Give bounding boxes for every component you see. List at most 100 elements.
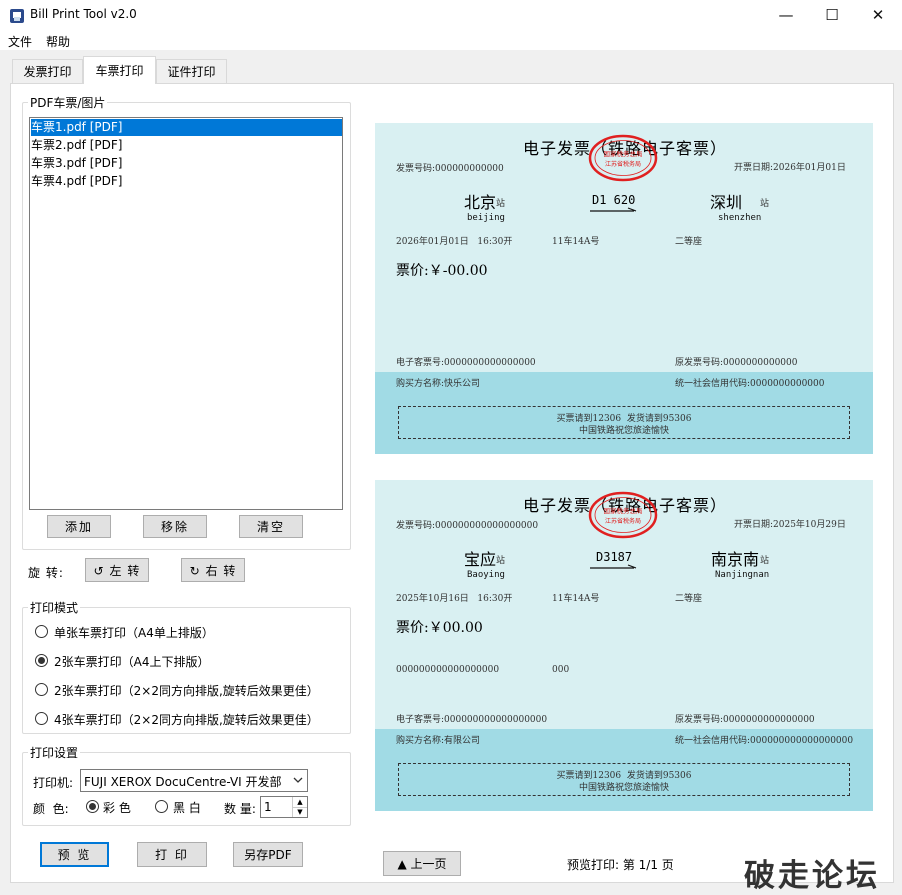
tax-stamp-icon: 国家税务总局 江苏省税务局 (588, 134, 658, 182)
color-label: 颜 色: (33, 802, 69, 816)
save-pdf-button[interactable]: 另存PDF (233, 842, 303, 867)
departure-time: 2025年10月16日 16:30开 (396, 594, 513, 604)
invoice-date: 开票日期:2026年01月01日 (734, 163, 846, 173)
invoice-number: 发票号码:000000000000000000 (396, 521, 539, 531)
print-mode-title: 打印模式 (28, 599, 81, 616)
mode-radio-3[interactable] (35, 683, 48, 696)
id-code: 000 (552, 665, 570, 675)
menu-file[interactable]: 文件 (8, 33, 32, 50)
mode-radio-1[interactable] (35, 625, 48, 638)
add-button[interactable]: 添加 (47, 515, 111, 538)
bw-option-label[interactable]: 黑 白 (173, 799, 201, 816)
seat-class: 二等座 (675, 237, 703, 247)
preview-button[interactable]: 预 览 (40, 842, 109, 867)
to-station-suffix: 站 (760, 556, 770, 566)
arrow-icon (590, 207, 637, 212)
prev-page-button[interactable]: ▲ 上一页 (383, 851, 461, 876)
from-city: 宝应 (464, 550, 497, 569)
color-radio[interactable] (86, 800, 99, 813)
from-station-suffix: 站 (496, 199, 506, 209)
to-station-suffix: 站 (760, 199, 770, 209)
credit-code: 统一社会信用代码:0000000000000 (675, 379, 825, 389)
from-city: 北京 (464, 193, 497, 212)
rotate-left-button[interactable]: ↺ 左 转 (85, 558, 149, 582)
close-button[interactable]: ✕ (855, 0, 901, 30)
tab-certificate-print[interactable]: 证件打印 (156, 59, 227, 83)
eticket-number: 电子客票号:000000000000000000 (396, 715, 548, 725)
mode-radio-4[interactable] (35, 712, 48, 725)
quantity-label: 数 量: (224, 802, 256, 816)
quantity-stepper[interactable]: 1 ▲ ▼ (260, 796, 308, 818)
ticket-price: 票价:￥00.00 (396, 620, 483, 636)
from-station-suffix: 站 (496, 556, 506, 566)
rotate-right-button[interactable]: ↻ 右 转 (181, 558, 245, 582)
from-pinyin: Baoying (467, 570, 505, 580)
printer-value: FUJI XEROX DocuCentre-VI 开发部 (84, 775, 282, 789)
mode-option-2[interactable]: 2张车票打印（A4上下排版） (54, 653, 209, 670)
svg-text:国家税务总局: 国家税务总局 (604, 506, 643, 515)
svg-text:国家税务总局: 国家税务总局 (604, 149, 643, 158)
invoice-date: 开票日期:2025年10月29日 (734, 520, 846, 530)
seat-class: 二等座 (675, 594, 703, 604)
stepper-down-icon[interactable]: ▼ (292, 807, 307, 817)
clear-button[interactable]: 清空 (239, 515, 303, 538)
printer-label: 打印机: (33, 776, 74, 790)
invoice-number: 发票号码:000000000000 (396, 164, 504, 174)
original-invoice-number: 原发票号码:0000000000000 (675, 358, 798, 368)
ticket-1: 电子发票（铁路电子客票） 国家税务总局 江苏省税务局 发票号码:00000000… (375, 123, 873, 454)
list-item[interactable]: 车票1.pdf [PDF] (31, 119, 342, 136)
tax-stamp-icon: 国家税务总局 江苏省税务局 (588, 491, 658, 539)
quantity-value: 1 (264, 800, 272, 814)
svg-text:江苏省税务局: 江苏省税务局 (605, 160, 641, 168)
seat-number: 11车14A号 (552, 594, 600, 604)
mode-option-1[interactable]: 单张车票打印（A4单上排版） (54, 624, 214, 641)
to-pinyin: shenzhen (718, 213, 762, 223)
tab-ticket-print[interactable]: 车票打印 (83, 56, 156, 84)
window-title: Bill Print Tool v2.0 (30, 7, 137, 21)
forum-watermark: 破走论坛 (744, 858, 880, 894)
to-city: 南京南 (711, 550, 760, 569)
credit-code: 统一社会信用代码:000000000000000000 (675, 736, 854, 746)
menu-help[interactable]: 帮助 (46, 33, 70, 50)
remove-button[interactable]: 移除 (143, 515, 207, 538)
notice-line-2: 中国铁路祝您旅途愉快 (578, 426, 669, 436)
arrow-icon (590, 564, 637, 569)
app-icon (9, 8, 25, 24)
to-pinyin: Nanjingnan (715, 570, 770, 580)
train-number: D3187 (596, 550, 633, 564)
menu-bar (0, 30, 902, 50)
bw-radio[interactable] (155, 800, 168, 813)
departure-time: 2026年01月01日 16:30开 (396, 237, 513, 247)
original-invoice-number: 原发票号码:0000000000000000 (675, 715, 815, 725)
eticket-number: 电子客票号:0000000000000000 (396, 358, 536, 368)
file-group-title: PDF车票/图片 (28, 94, 108, 111)
train-number: D1 620 (592, 193, 636, 207)
maximize-button[interactable]: ☐ (809, 0, 855, 30)
notice-line-2: 中国铁路祝您旅途愉快 (578, 783, 669, 793)
tab-invoice-print[interactable]: 发票打印 (12, 59, 83, 83)
print-settings-title: 打印设置 (28, 744, 81, 761)
to-city: 深圳 (710, 193, 743, 212)
from-pinyin: beijing (467, 213, 505, 223)
mode-option-3[interactable]: 2张车票打印（2×2同方向排版,旋转后效果更佳） (54, 682, 319, 699)
ticket-2: 电子发票（铁路电子客票） 国家税务总局 江苏省税务局 发票号码:00000000… (375, 480, 873, 811)
stepper-up-icon[interactable]: ▲ (292, 797, 307, 807)
list-item[interactable]: 车票3.pdf [PDF] (31, 155, 342, 172)
rotate-label: 旋 转: (28, 566, 64, 580)
buyer-name: 购买方名称:快乐公司 (396, 379, 481, 389)
svg-text:江苏省税务局: 江苏省税务局 (605, 517, 641, 525)
list-item[interactable]: 车票4.pdf [PDF] (31, 173, 342, 190)
file-listbox[interactable]: 车票1.pdf [PDF] 车票2.pdf [PDF] 车票3.pdf [PDF… (29, 117, 343, 510)
list-item[interactable]: 车票2.pdf [PDF] (31, 137, 342, 154)
color-option-label[interactable]: 彩 色 (103, 799, 131, 816)
printer-select[interactable]: FUJI XEROX DocuCentre-VI 开发部 (80, 769, 308, 792)
buyer-name: 购买方名称:有限公司 (396, 736, 481, 746)
ticket-price: 票价:￥-00.00 (396, 263, 488, 279)
mode-option-4[interactable]: 4张车票打印（2×2同方向排版,旋转后效果更佳） (54, 711, 319, 728)
page-status: 预览打印: 第 1/1 页 (567, 858, 674, 872)
seat-number: 11车14A号 (552, 237, 600, 247)
id-number: 000000000000000000 (396, 665, 500, 675)
print-button[interactable]: 打 印 (137, 842, 207, 867)
mode-radio-2[interactable] (35, 654, 48, 667)
minimize-button[interactable]: — (763, 0, 809, 30)
